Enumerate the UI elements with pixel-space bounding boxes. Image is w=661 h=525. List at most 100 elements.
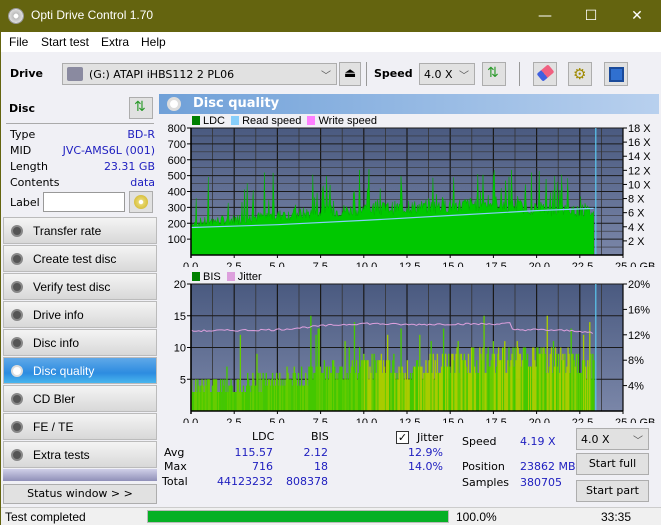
menu-start-test[interactable]: Start test: [41, 35, 89, 49]
eject-button[interactable]: ⏏: [339, 62, 361, 86]
x-tick-label: 20.0: [529, 417, 550, 423]
y2-tick-label: 20%: [628, 279, 650, 291]
y-tick-label: 500: [168, 171, 186, 183]
extra-tests-icon: [11, 449, 23, 461]
menu-help[interactable]: Help: [141, 35, 166, 49]
nav-label: Transfer rate: [33, 224, 102, 238]
y2-tick-label: 16%: [628, 304, 650, 316]
disc-contents-row: Contents data: [10, 176, 155, 189]
cd-bler-icon: [11, 393, 23, 405]
nav-cd-bler[interactable]: CD Bler: [3, 385, 157, 412]
nav-fe-te[interactable]: FE / TE: [3, 413, 157, 440]
ldc-chart: 0.0 2.5 5.0 7.5 10.0 12.5 15.0 17.5 20.0 22.5 25.0…: [168, 123, 656, 267]
x-tick-label: 12.5: [399, 261, 420, 267]
status-window-button[interactable]: Status window > >: [3, 484, 157, 504]
disc-label-input[interactable]: [43, 192, 125, 212]
status-text: Test completed: [5, 510, 86, 524]
x-tick-label: 2.5: [226, 261, 241, 267]
elapsed-time: 33:35: [601, 510, 632, 524]
y-tick-label: 200: [168, 218, 186, 230]
nav-label: Extra tests: [33, 448, 90, 462]
nav-create-test-disc[interactable]: Create test disc: [3, 245, 157, 272]
y-tick-label: 700: [168, 139, 186, 151]
disc-label-label: Label: [10, 196, 40, 209]
start-part-button[interactable]: Start part: [576, 480, 649, 502]
x-tick-label: 15.0: [442, 261, 463, 267]
y2-tick-label: 14 X: [628, 151, 651, 163]
x-tick-label: 7.5: [313, 417, 328, 423]
position-value: 23862 MB: [520, 460, 576, 473]
toolbar: Drive (G:) ATAPI iHBS112 2 PL06 ﹀ ⏏ Spee…: [1, 52, 661, 92]
y-tick-label: 800: [168, 123, 186, 135]
disc-label-button[interactable]: [129, 191, 153, 213]
progress-percent: 100.0%: [456, 510, 497, 524]
menu-file[interactable]: File: [9, 35, 28, 49]
disc-type-label: Type: [10, 128, 36, 141]
disc-contents-label: Contents: [10, 176, 60, 189]
y-tick-label: 5: [180, 374, 186, 386]
chevron-down-icon: ﹀: [633, 436, 643, 447]
jitter-checkbox[interactable]: ✓: [396, 431, 409, 444]
start-full-button[interactable]: Start full: [576, 453, 649, 475]
speed-stat-value: 4.19 X: [520, 435, 556, 448]
eraser-icon: [536, 64, 555, 82]
x-tick-label: 0.0: [183, 417, 198, 423]
disc-quality-panel: Disc quality LDC Read speed Write speed …: [159, 92, 661, 507]
y2-tick-label: 12%: [628, 330, 650, 342]
nav-label: Drive info: [33, 308, 84, 322]
drive-select[interactable]: (G:) ATAPI iHBS112 2 PL06 ﹀: [62, 63, 337, 85]
x-tick-label: 7.5: [313, 261, 328, 267]
nav-disc-quality[interactable]: Disc quality: [3, 357, 157, 384]
menu-extra[interactable]: Extra: [101, 35, 129, 49]
nav-drive-info[interactable]: Drive info: [3, 301, 157, 328]
x-tick-label: 5.0: [269, 261, 284, 267]
y-tick-label: 600: [168, 155, 186, 167]
stats-total-label: Total: [162, 475, 188, 488]
menu-bar: File Start test Extra Help: [1, 32, 661, 52]
stats-avg-ldc: 115.57: [234, 446, 274, 459]
test-speed-select[interactable]: 4.0 X ﹀: [576, 428, 649, 450]
speed-select[interactable]: 4.0 X ﹀: [419, 63, 475, 85]
settings-button[interactable]: ⚙: [568, 62, 592, 86]
test-speed-value: 4.0 X: [581, 433, 610, 446]
minimize-button[interactable]: —: [522, 1, 568, 32]
y2-tick-label: 4%: [628, 381, 644, 393]
y-tick-label: 20: [174, 279, 186, 291]
divider: [6, 123, 154, 124]
samples-value: 380705: [520, 476, 562, 489]
refresh-speed-button[interactable]: ⇅: [482, 62, 506, 86]
y2-tick-label: 2 X: [628, 236, 645, 248]
stats-max-ldc: 716: [252, 460, 273, 473]
stats-col-bis: BIS: [311, 430, 329, 443]
drive-info-icon: [11, 309, 23, 321]
y2-tick-label: 16 X: [628, 137, 651, 149]
nav-disc-info[interactable]: Disc info: [3, 329, 157, 356]
nav-transfer-rate[interactable]: Transfer rate: [3, 217, 157, 244]
maximize-button[interactable]: ☐: [568, 1, 614, 32]
disc-refresh-button[interactable]: ⇅: [129, 97, 153, 119]
title-bar: Opti Drive Control 1.70 — ☐ ✕: [1, 1, 661, 32]
x-tick-label: 22.5: [572, 261, 593, 267]
stats-col-ldc: LDC: [252, 430, 275, 443]
window-title: Opti Drive Control 1.70: [31, 8, 154, 22]
x-tick-label: 17.5: [485, 417, 506, 423]
erase-button[interactable]: [533, 62, 557, 86]
x-tick-label: 15.0: [442, 417, 463, 423]
x-tick-label: 0.0: [183, 261, 198, 267]
nav-label: Disc info: [33, 336, 80, 350]
drive-icon: [67, 67, 83, 81]
nav-extra-tests[interactable]: Extra tests: [3, 441, 157, 468]
save-button[interactable]: [604, 62, 628, 86]
nav-verify-test-disc[interactable]: Verify test disc: [3, 273, 157, 300]
stats-total-bis: 808378: [286, 475, 328, 488]
refresh-arrows-icon: ⇅: [134, 99, 146, 115]
chevron-down-icon: ﹀: [459, 71, 469, 82]
close-button[interactable]: ✕: [614, 1, 660, 32]
disc-mid-row: MID JVC-AMS6L (001): [10, 144, 155, 157]
speed-stat-label: Speed: [462, 435, 497, 448]
x-tick-label: 10.0: [356, 261, 377, 267]
x-tick-label: 20.0: [529, 261, 550, 267]
y-tick-label: 300: [168, 202, 186, 214]
disc-type-value: BD-R: [127, 128, 155, 141]
stats-avg-label: Avg: [164, 446, 185, 459]
